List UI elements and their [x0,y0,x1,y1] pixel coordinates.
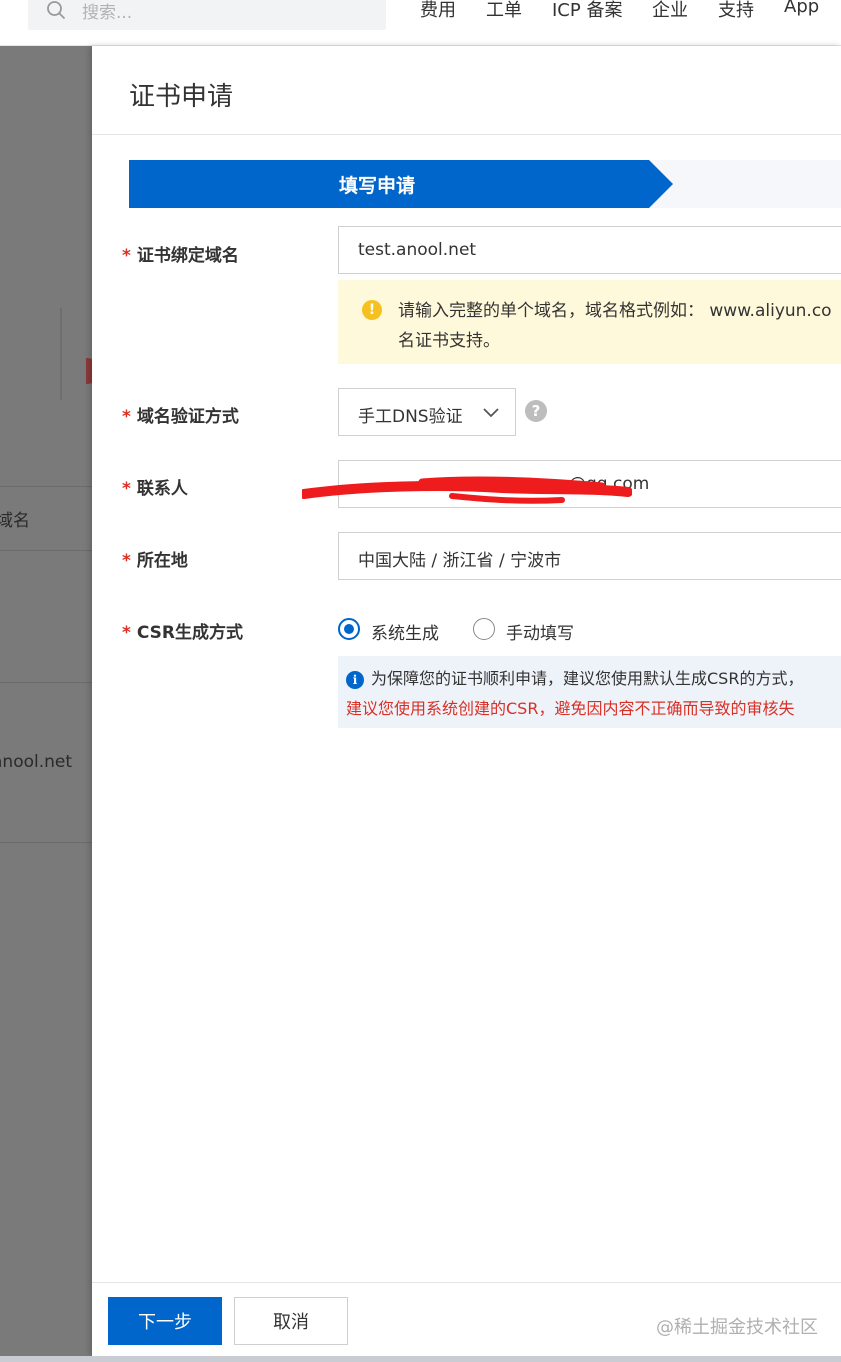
step-indicator: 填写申请 [129,160,841,208]
search-icon [47,1,66,20]
step-active: 填写申请 [129,160,673,208]
required-mark: * [122,246,131,266]
domain-input[interactable]: test.anool.net [338,226,841,274]
certificate-apply-drawer: 证书申请 填写申请 * 证书绑定域名 test.anool.net ! 请输入完整… [92,46,841,1356]
background-row-line [0,486,92,487]
step-next [649,160,841,208]
redaction-scribble [302,476,632,504]
bottom-strip [0,1356,841,1362]
location-cascader[interactable]: 中国大陆 / 浙江省 / 宁波市 [338,532,841,580]
location-value: 中国大陆 / 浙江省 / 宁波市 [358,551,562,571]
required-mark: * [122,551,131,571]
watermark: @稀土掘金技术社区 [656,1317,818,1338]
background-row-line [0,550,92,551]
step-active-label: 填写申请 [338,175,415,197]
csr-radio-manual[interactable] [473,618,495,640]
nav-item-tickets[interactable]: 工单 [486,0,522,22]
drawer-divider [92,134,841,135]
csr-method-label: * CSR生成方式 [122,623,244,643]
cancel-button[interactable]: 取消 [234,1297,348,1345]
chevron-down-icon [483,408,499,418]
top-nav-bar: 搜索... 费用 工单 ICP 备案 企业 支持 App [0,0,841,46]
nav-item-support[interactable]: 支持 [718,0,754,22]
csr-warning-text: 建议您使用系统创建的CSR，避免因内容不正确而导致的审核失 [346,699,795,718]
help-icon[interactable]: ? [525,400,547,422]
search-box[interactable]: 搜索... [28,0,386,30]
drawer-footer: 下一步 取消 @稀土掘金技术社区 [92,1282,841,1356]
verify-method-select[interactable]: 手工DNS验证 [338,388,516,436]
nav-item-icp[interactable]: ICP 备案 [552,0,622,22]
background-column-header: 域名 [0,511,30,531]
required-mark: * [122,623,131,643]
background-row-line [0,842,92,843]
required-mark: * [122,407,131,427]
background-divider [60,308,62,400]
nav-item-billing[interactable]: 费用 [420,0,456,22]
csr-radio-system-label[interactable]: 系统生成 [371,619,439,644]
background-page-overlay: 域名 anool.net [0,46,92,1362]
info-icon: i [346,671,364,689]
nav-item-enterprise[interactable]: 企业 [652,0,688,22]
verify-method-label: * 域名验证方式 [122,407,239,427]
background-domain-cell: anool.net [0,752,73,772]
location-label: * 所在地 [122,551,188,571]
csr-radio-system[interactable] [338,618,360,640]
drawer-title: 证书申请 [129,82,234,112]
csr-info-text: 为保障您的证书顺利申请，建议您使用默认生成CSR的方式， [371,669,804,688]
domain-hint-box: ! 请输入完整的单个域名，域名格式例如： www.aliyun.co 名证书支持… [338,280,841,364]
warning-icon: ! [362,300,382,320]
next-step-button[interactable]: 下一步 [108,1297,222,1345]
nav-item-app[interactable]: App [784,0,819,17]
contact-label: * 联系人 [122,479,188,499]
domain-input-value: test.anool.net [358,240,477,260]
verify-method-value: 手工DNS验证 [358,407,463,427]
csr-info-box: i 为保障您的证书顺利申请，建议您使用默认生成CSR的方式， 建议您使用系统创建… [338,656,841,728]
required-mark: * [122,479,131,499]
csr-radio-manual-label[interactable]: 手动填写 [506,619,574,644]
domain-hint-text: 请输入完整的单个域名，域名格式例如： www.aliyun.co 名证书支持。 [398,301,832,351]
domain-label: * 证书绑定域名 [122,246,239,266]
background-row-line [0,682,92,683]
search-placeholder: 搜索... [82,3,133,23]
